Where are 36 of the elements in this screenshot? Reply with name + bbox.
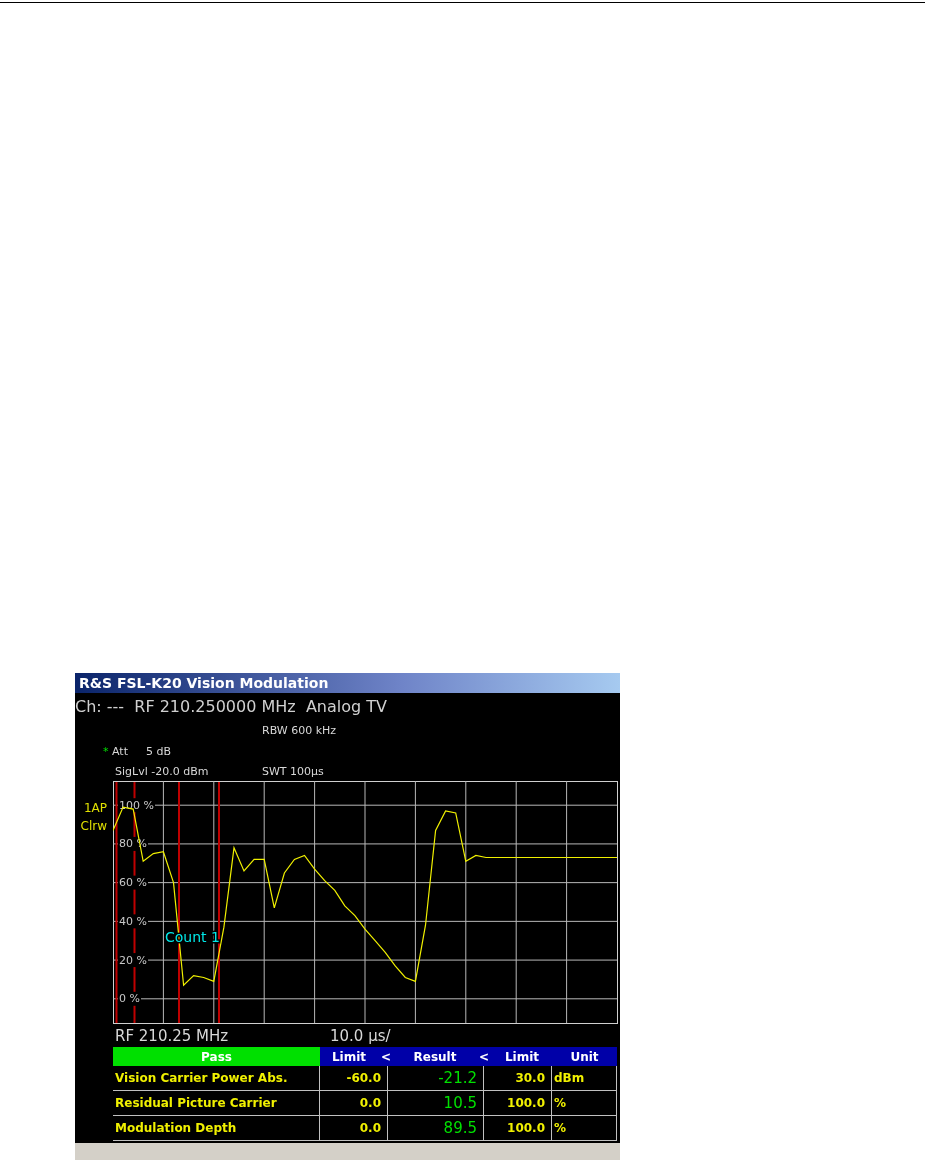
signal-level: SigLvl -20.0 dBm (115, 764, 210, 778)
att-marker: * (103, 744, 110, 758)
unit-cell: dBm (552, 1066, 617, 1090)
unit-cell: % (552, 1091, 617, 1115)
att-value: 5 dB (146, 744, 172, 758)
time-per-division: 10.0 µs/ (330, 1026, 391, 1045)
pass-verdict: Pass (113, 1047, 320, 1066)
window-title: R&S FSL-K20 Vision Modulation (75, 673, 620, 693)
result-value: 10.5 (388, 1091, 484, 1115)
rbw-setting: RBW 600 kHz (262, 723, 337, 737)
upper-limit: 100.0 (484, 1116, 552, 1140)
upper-limit: 30.0 (484, 1066, 552, 1090)
column-header: Unit (552, 1047, 617, 1066)
trace-label: 1AP (83, 801, 107, 815)
lower-limit: 0.0 (320, 1116, 388, 1140)
column-header: Result (394, 1047, 476, 1066)
result-value: 89.5 (388, 1116, 484, 1140)
upper-limit: 100.0 (484, 1091, 552, 1115)
measurement-name: Modulation Depth (113, 1116, 320, 1140)
channel-info: Ch: --- RF 210.250000 MHz Analog TV (75, 696, 387, 716)
result-value: -21.2 (388, 1066, 484, 1090)
lower-limit: -60.0 (320, 1066, 388, 1090)
unit-cell: % (552, 1116, 617, 1140)
lower-limit: 0.0 (320, 1091, 388, 1115)
y-tick-label: 20 % (118, 953, 148, 968)
center-frequency: RF 210.25 MHz (115, 1026, 230, 1045)
column-header: < (476, 1047, 492, 1066)
att-label: Att (112, 744, 129, 758)
trace-label: Clrw (80, 819, 107, 833)
measurement-name: Vision Carrier Power Abs. (113, 1066, 320, 1090)
column-header: Limit (320, 1047, 378, 1066)
sweep-time: SWT 100µs (262, 764, 324, 778)
y-tick-label: 40 % (118, 914, 148, 929)
column-header: Limit (492, 1047, 552, 1066)
column-header: < (378, 1047, 394, 1066)
measurement-name: Residual Picture Carrier (113, 1091, 320, 1115)
